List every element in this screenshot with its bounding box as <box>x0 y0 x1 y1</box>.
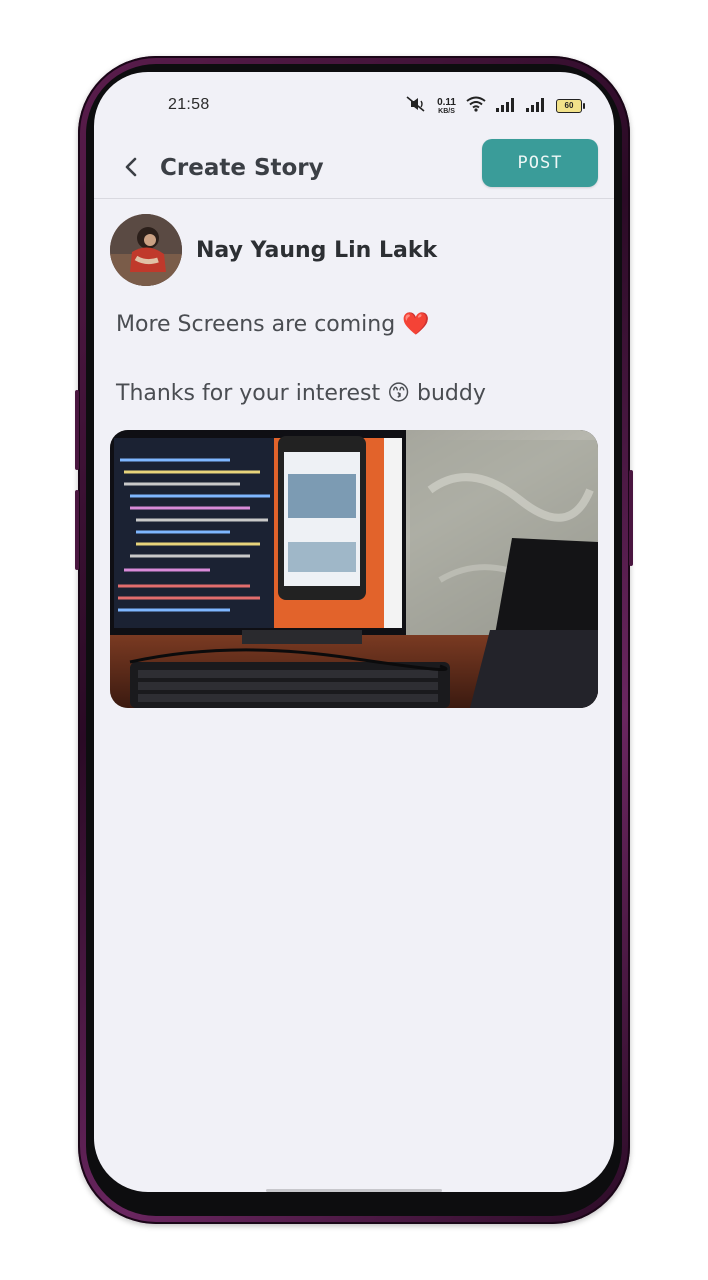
battery-icon: 60 <box>556 99 585 113</box>
home-indicator <box>266 1189 442 1192</box>
net-speed-value: 0.11 <box>437 96 456 108</box>
status-bar: 21:58 0.11 KB/S 60 <box>94 72 614 142</box>
app-bar: Create Story POST <box>94 139 614 199</box>
volume-button <box>75 390 79 470</box>
story-line-2: Thanks for your interest 😙 buddy <box>116 381 486 406</box>
net-speed-unit: KB/S <box>438 107 455 115</box>
power-button <box>629 470 633 566</box>
status-time: 21:58 <box>168 96 210 113</box>
back-arrow-icon <box>124 156 138 182</box>
story-line-1: More Screens are coming ❤️ <box>116 312 430 337</box>
net-speed: 0.11 KB/S <box>437 96 456 115</box>
mute-icon <box>405 96 427 116</box>
signal-icon <box>496 97 516 116</box>
avatar[interactable] <box>110 214 182 286</box>
back-button[interactable] <box>116 152 146 186</box>
post-button[interactable]: POST <box>482 139 598 187</box>
app-screen: 21:58 0.11 KB/S 60 Create Story POST Nay… <box>94 72 614 1192</box>
wifi-icon <box>466 96 486 116</box>
signal-icon-2 <box>526 97 546 116</box>
status-icons: 0.11 KB/S 60 <box>405 96 585 116</box>
author-row: Nay Yaung Lin Lakk <box>110 214 437 286</box>
volume-button-2 <box>75 490 79 570</box>
author-name: Nay Yaung Lin Lakk <box>196 237 438 263</box>
story-photo[interactable] <box>110 430 598 708</box>
page-title: Create Story <box>160 155 324 181</box>
